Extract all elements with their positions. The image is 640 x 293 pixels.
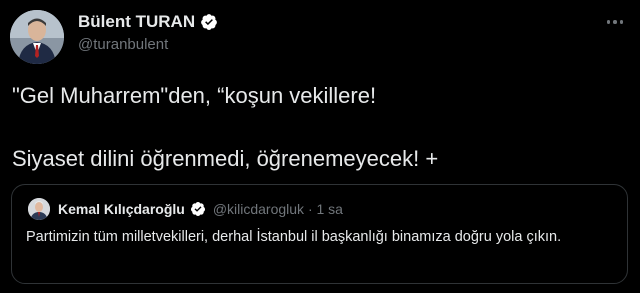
ellipsis-icon bbox=[613, 20, 617, 24]
ellipsis-icon bbox=[606, 20, 611, 24]
ellipsis-icon bbox=[619, 20, 624, 24]
more-options-button[interactable] bbox=[604, 12, 626, 32]
quoted-header: Kemal Kılıçdaroğlu @kilicdarogluk · 1 sa bbox=[58, 200, 343, 218]
author-name-text[interactable]: Bülent TURAN bbox=[78, 12, 195, 32]
tweet-card[interactable]: Bülent TURAN @turanbulent "Gel Muharrem"… bbox=[0, 0, 640, 293]
quoted-author-avatar[interactable] bbox=[28, 198, 50, 220]
verified-badge-icon bbox=[200, 13, 218, 31]
quoted-text: Partimizin tüm milletvekilleri, derhal İ… bbox=[26, 229, 562, 245]
quoted-handle-time[interactable]: @kilicdarogluk · 1 sa bbox=[213, 200, 343, 218]
quoted-tweet[interactable]: Kemal Kılıçdaroğlu @kilicdarogluk · 1 sa… bbox=[11, 184, 628, 284]
quoted-author-name[interactable]: Kemal Kılıçdaroğlu bbox=[58, 200, 185, 218]
tweet-text-line: Siyaset dilini öğrenmedi, öğrenemeyecek!… bbox=[12, 146, 439, 171]
author-avatar[interactable] bbox=[10, 10, 64, 64]
verified-badge-icon bbox=[190, 201, 206, 217]
tweet-text-line: "Gel Muharrem"den, “koşun vekillere! bbox=[12, 83, 377, 108]
author-handle[interactable]: @turanbulent bbox=[78, 36, 168, 54]
author-name[interactable]: Bülent TURAN bbox=[78, 12, 218, 32]
